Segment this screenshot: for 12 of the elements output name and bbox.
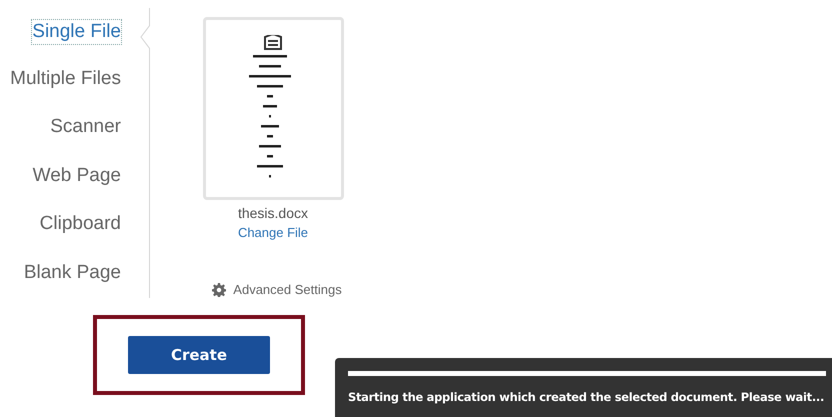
gear-icon — [212, 282, 226, 296]
sidebar-item[interactable]: Web Page — [32, 152, 121, 202]
sidebar-item[interactable]: Clipboard — [40, 201, 121, 250]
change-file-link[interactable]: Change File — [238, 225, 308, 240]
sidebar-item[interactable]: Multiple Files — [10, 56, 121, 104]
sidebar-item[interactable]: Scanner — [50, 104, 121, 153]
advanced-settings-link[interactable]: Advanced Settings — [233, 282, 342, 297]
sidebar-item[interactable]: Single File — [32, 20, 121, 44]
create-button[interactable]: Create — [128, 336, 270, 374]
sidebar-item[interactable]: Blank Page — [24, 250, 121, 298]
file-name: thesis.docx — [238, 205, 308, 221]
status-message: Starting the application which created the selected document. Please wait... — [348, 390, 826, 404]
